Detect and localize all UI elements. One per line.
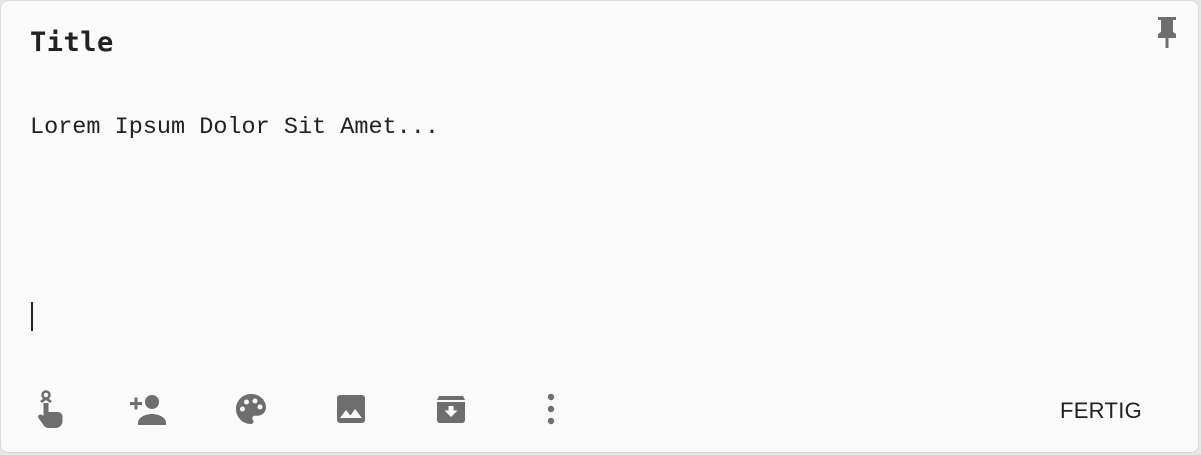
remind-me-icon xyxy=(34,389,68,429)
add-image-button[interactable] xyxy=(327,381,375,437)
note-body[interactable]: Lorem Ipsum Dolor Sit Amet... xyxy=(30,113,439,143)
image-icon xyxy=(336,394,366,424)
archive-icon xyxy=(436,394,466,424)
remind-me-button[interactable] xyxy=(27,381,75,437)
text-cursor xyxy=(31,302,33,331)
collaborator-button[interactable] xyxy=(125,381,173,437)
note-card: Title Lorem Ipsum Dolor Sit Amet... FERT… xyxy=(0,0,1199,453)
collaborator-icon xyxy=(130,393,168,425)
pin-icon xyxy=(1155,16,1179,55)
note-title[interactable]: Title xyxy=(30,25,114,61)
pin-button[interactable] xyxy=(1153,16,1181,55)
done-button[interactable]: FERTIG xyxy=(1041,391,1161,431)
archive-button[interactable] xyxy=(427,381,475,437)
note-toolbar: FERTIG xyxy=(1,381,1198,437)
more-vert-icon xyxy=(545,393,557,425)
more-options-button[interactable] xyxy=(527,381,575,437)
palette-icon xyxy=(235,393,267,425)
palette-button[interactable] xyxy=(227,381,275,437)
